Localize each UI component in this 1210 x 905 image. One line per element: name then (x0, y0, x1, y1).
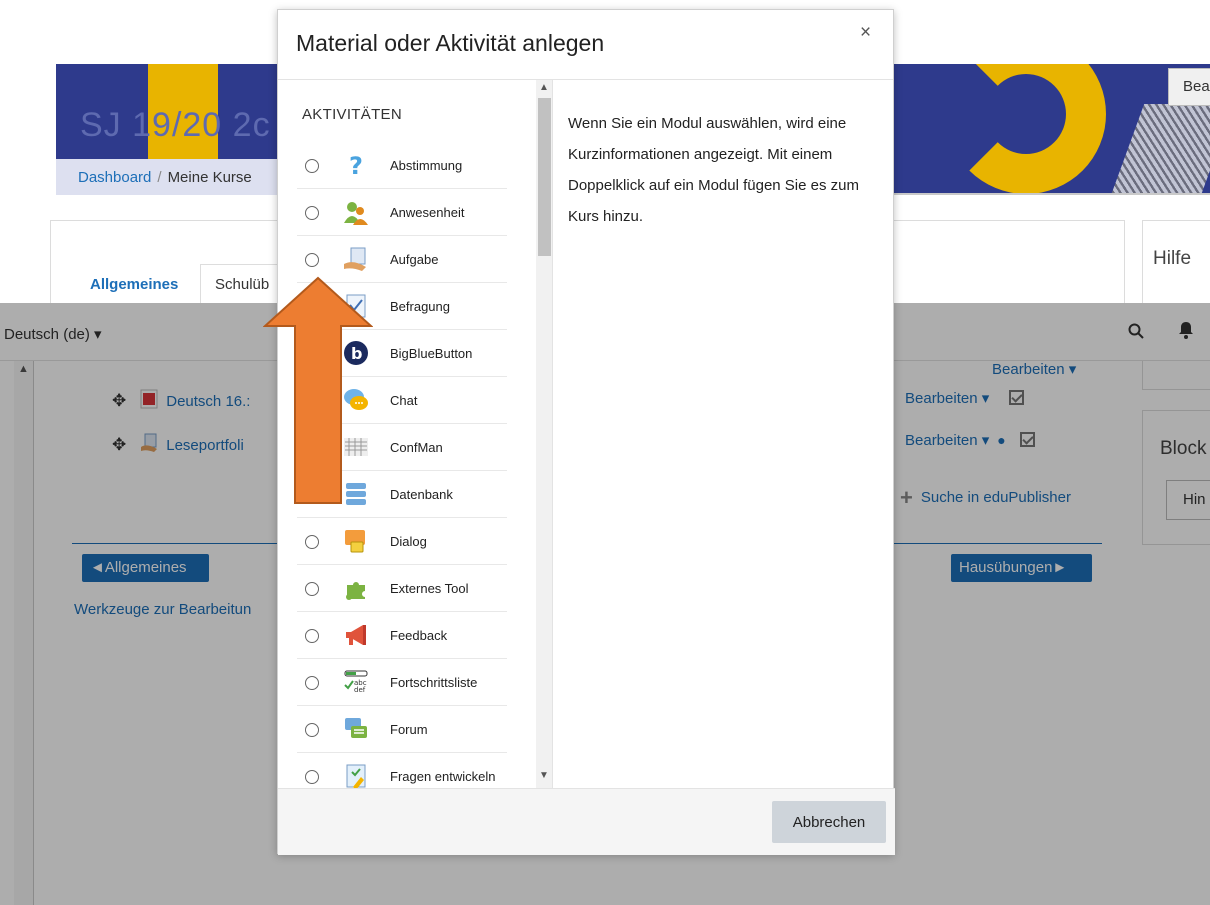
assignment-icon (344, 247, 366, 271)
breadcrumb-my-courses[interactable]: Meine Kurse (168, 169, 252, 186)
dialog-header: Material oder Aktivität anlegen × (278, 10, 893, 80)
attendance-icon (344, 202, 368, 225)
course-title: SJ 19/20 2c (80, 106, 271, 144)
banner-graphic (1107, 104, 1210, 193)
list-item[interactable]: Anwesenheit (297, 189, 507, 236)
activity-label: Feedback (390, 628, 448, 643)
activity-radio[interactable] (305, 582, 319, 596)
activity-radio[interactable] (305, 629, 319, 643)
dialog-footer: Abbrechen (278, 788, 895, 855)
activities-heading: AKTIVITÄTEN (302, 106, 402, 123)
forum-icon (345, 718, 367, 738)
annotation-arrow-icon (263, 276, 373, 504)
activity-label: Dialog (390, 534, 427, 549)
checklist-icon: abcdef (344, 670, 368, 694)
activity-label: Externes Tool (390, 581, 469, 596)
activity-label: ConfMan (390, 440, 443, 455)
list-item[interactable]: Dialog (297, 518, 507, 565)
activity-radio[interactable] (305, 535, 319, 549)
dialog-icon (345, 530, 365, 553)
breadcrumb-separator: / (157, 169, 162, 186)
activity-label: Aufgabe (390, 252, 439, 267)
scrollbar-thumb[interactable] (538, 98, 551, 256)
activity-label: Befragung (390, 299, 450, 314)
megaphone-icon (346, 625, 366, 645)
activity-radio[interactable] (305, 253, 319, 267)
activity-label: Abstimmung (390, 158, 463, 173)
activity-radio[interactable] (305, 206, 319, 220)
list-item[interactable]: Externes Tool (297, 565, 507, 612)
list-item[interactable]: abc def Fortschrittsliste (297, 659, 507, 706)
activity-label: Fortschrittsliste (390, 675, 478, 690)
list-item[interactable]: Feedback (297, 612, 507, 659)
question-icon: ? (349, 152, 363, 178)
activity-radio[interactable] (305, 723, 319, 737)
question-develop-icon (346, 764, 366, 788)
activity-radio[interactable] (305, 159, 319, 173)
cancel-button[interactable]: Abbrechen (772, 801, 886, 843)
activity-label: Datenbank (390, 487, 453, 502)
turn-editing-button[interactable]: Bea (1168, 68, 1210, 106)
dialog-title: Material oder Aktivität anlegen (296, 30, 605, 56)
help-block-title: Hilfe (1153, 248, 1192, 269)
banner-arc (946, 64, 1106, 193)
svg-text:?: ? (349, 152, 363, 178)
chevron-down-icon[interactable]: ▼ (539, 770, 549, 781)
activity-label: BigBlueButton (390, 346, 473, 361)
activity-label: Chat (390, 393, 418, 408)
breadcrumb: Dashboard / Meine Kurse (56, 159, 278, 195)
activity-radio[interactable] (305, 770, 319, 784)
list-item[interactable]: Fragen entwickeln (297, 753, 507, 788)
breadcrumb-dashboard[interactable]: Dashboard (78, 169, 151, 186)
activity-label: Anwesenheit (390, 205, 465, 220)
module-info-text: Wenn Sie ein Modul auswählen, wird eine … (568, 115, 859, 225)
tab-allgemeines[interactable]: Allgemeines (90, 276, 178, 293)
activity-radio[interactable] (305, 676, 319, 690)
puzzle-icon (346, 582, 365, 600)
activity-list-scrollbar[interactable]: ▲ ▼ (536, 80, 552, 788)
activity-label: Fragen entwickeln (390, 769, 496, 784)
svg-text:def: def (354, 686, 366, 694)
list-item[interactable]: Forum (297, 706, 507, 753)
activity-label: Forum (390, 722, 428, 737)
close-icon[interactable]: × (860, 22, 871, 44)
list-item[interactable]: ? Abstimmung (297, 142, 507, 189)
chevron-up-icon[interactable]: ▲ (539, 82, 549, 93)
